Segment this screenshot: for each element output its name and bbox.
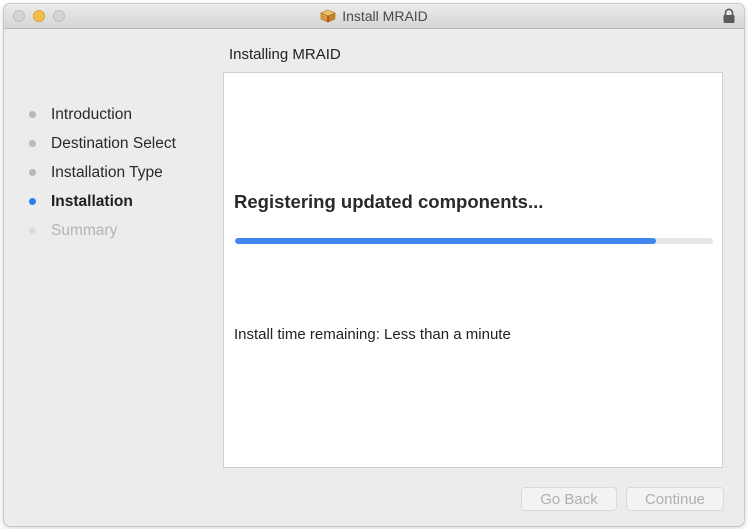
window-title-group: Install MRAID [4,4,744,28]
step-destination-select: Destination Select [28,129,176,158]
step-installation: Installation [28,187,176,216]
step-summary: Summary [28,216,176,245]
step-installation-type: Installation Type [28,158,176,187]
go-back-button[interactable]: Go Back [521,487,617,511]
step-bullet-icon [29,140,36,147]
continue-button[interactable]: Continue [626,487,724,511]
step-introduction: Introduction [28,100,176,129]
title-bar[interactable]: Install MRAID [4,4,744,29]
step-bullet-icon [29,111,36,118]
installer-window: Install MRAID Installing MRAID Introduct… [4,4,744,526]
page-title: Installing MRAID [229,46,341,63]
package-icon [320,9,336,23]
progress-bar-fill [235,238,656,244]
progress-bar [235,238,713,244]
step-bullet-icon [29,227,36,234]
step-bullet-icon [29,169,36,176]
step-label: Destination Select [51,134,176,152]
lock-icon[interactable] [722,8,736,24]
step-bullet-icon [29,198,36,205]
step-label: Installation [51,192,133,210]
step-label: Introduction [51,105,132,123]
content-panel: Registering updated components... Instal… [223,72,723,468]
step-label: Summary [51,221,118,239]
step-label: Installation Type [51,163,163,181]
window-title: Install MRAID [342,8,428,24]
time-remaining-text: Install time remaining: Less than a minu… [234,326,511,343]
installer-steps-sidebar: Introduction Destination Select Installa… [28,100,176,245]
status-text: Registering updated components... [234,191,544,212]
